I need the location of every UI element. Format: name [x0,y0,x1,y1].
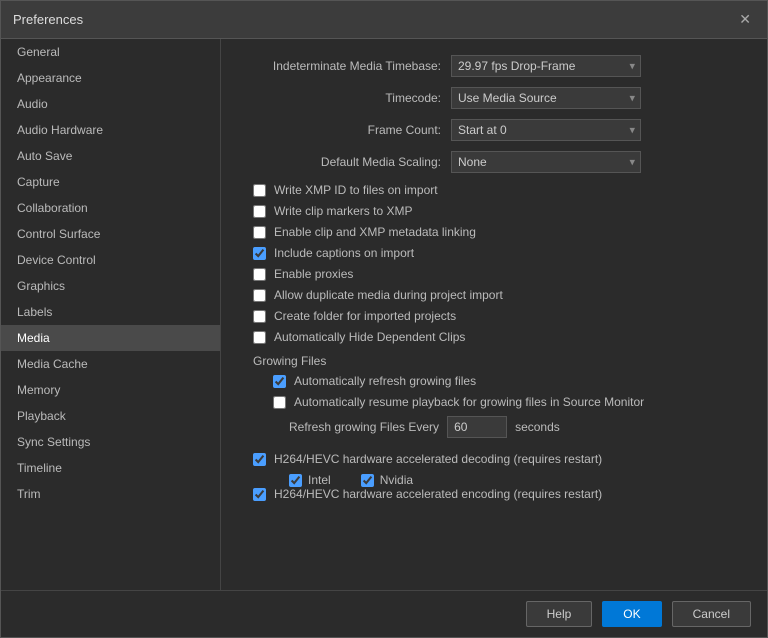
sidebar-item-graphics[interactable]: Graphics [1,273,220,299]
growing-files-section-label: Growing Files [241,354,747,368]
form-row-timecode: Timecode: Use Media SourceGenerate Timeco… [241,87,747,109]
close-button[interactable]: ✕ [735,9,755,30]
checkbox-row-allow-duplicate: Allow duplicate media during project imp… [241,288,747,302]
checkbox-h264-decode[interactable] [253,453,266,466]
sidebar-item-media[interactable]: Media [1,325,220,351]
checkbox-intel[interactable] [289,474,302,487]
sidebar-item-control-surface[interactable]: Control Surface [1,221,220,247]
select-wrapper-frame-count: Start at 0Start at 1Timecode Conversion [451,119,641,141]
sidebar-item-timeline[interactable]: Timeline [1,455,220,481]
hw-decode-row: H264/HEVC hardware accelerated decoding … [241,452,747,466]
checkbox-auto-hide-clips[interactable] [253,331,266,344]
label-frame-count: Frame Count: [241,123,441,137]
hw-sub-item-nvidia: Nvidia [361,473,413,487]
ok-button[interactable]: OK [602,601,661,627]
label-timecode: Timecode: [241,91,441,105]
refresh-label: Refresh growing Files Every [289,420,439,434]
sidebar-item-auto-save[interactable]: Auto Save [1,143,220,169]
checkbox-label-h264-encode: H264/HEVC hardware accelerated encoding … [274,487,602,501]
refresh-row: Refresh growing Files Every seconds [241,416,747,438]
checkbox-auto-refresh-growing[interactable] [273,375,286,388]
footer: Help OK Cancel [1,590,767,637]
select-wrapper-indeterminate-media-timebase: 23.976 fps24 fps25 fps29.97 fps Drop-Fra… [451,55,641,77]
seconds-label: seconds [515,420,560,434]
sidebar-item-audio-hardware[interactable]: Audio Hardware [1,117,220,143]
label-intel: Intel [308,473,331,487]
checkbox-label-enable-proxies: Enable proxies [274,267,353,281]
sidebar-item-appearance[interactable]: Appearance [1,65,220,91]
sidebar-item-labels[interactable]: Labels [1,299,220,325]
growing-files-row-auto-resume-playback: Automatically resume playback for growin… [241,395,747,409]
checkbox-include-captions[interactable] [253,247,266,260]
form-row-frame-count: Frame Count: Start at 0Start at 1Timecode… [241,119,747,141]
sidebar-item-audio[interactable]: Audio [1,91,220,117]
label-nvidia: Nvidia [380,473,413,487]
select-indeterminate-media-timebase[interactable]: 23.976 fps24 fps25 fps29.97 fps Drop-Fra… [451,55,641,77]
select-wrapper-default-media-scaling: NoneSet to Frame SizeScale to Frame Size [451,151,641,173]
checkbox-h264-encode[interactable] [253,488,266,501]
checkbox-nvidia[interactable] [361,474,374,487]
checkbox-label-create-folder: Create folder for imported projects [274,309,456,323]
checkbox-row-include-captions: Include captions on import [241,246,747,260]
checkbox-label-auto-hide-clips: Automatically Hide Dependent Clips [274,330,465,344]
sidebar-item-device-control[interactable]: Device Control [1,247,220,273]
select-wrapper-timecode: Use Media SourceGenerate TimecodeStart a… [451,87,641,109]
checkbox-write-xmp-id[interactable] [253,184,266,197]
label-default-media-scaling: Default Media Scaling: [241,155,441,169]
dialog-content: GeneralAppearanceAudioAudio HardwareAuto… [1,39,767,590]
form-row-indeterminate-media-timebase: Indeterminate Media Timebase: 23.976 fps2… [241,55,747,77]
checkbox-label-write-xmp-id: Write XMP ID to files on import [274,183,438,197]
preferences-dialog: Preferences ✕ GeneralAppearanceAudioAudi… [0,0,768,638]
checkbox-row-write-clip-markers: Write clip markers to XMP [241,204,747,218]
hw-sub-item-intel: Intel [289,473,331,487]
form-row-default-media-scaling: Default Media Scaling: NoneSet to Frame S… [241,151,747,173]
growing-files-row-auto-refresh-growing: Automatically refresh growing files [241,374,747,388]
hw-encode-row: H264/HEVC hardware accelerated encoding … [241,487,747,501]
checkbox-row-enable-clip-xmp: Enable clip and XMP metadata linking [241,225,747,239]
checkbox-allow-duplicate[interactable] [253,289,266,302]
dialog-title: Preferences [13,12,83,27]
sidebar-item-trim[interactable]: Trim [1,481,220,507]
title-bar: Preferences ✕ [1,1,767,39]
cancel-button[interactable]: Cancel [672,601,751,627]
checkbox-label-include-captions: Include captions on import [274,246,414,260]
sidebar-item-playback[interactable]: Playback [1,403,220,429]
select-default-media-scaling[interactable]: NoneSet to Frame SizeScale to Frame Size [451,151,641,173]
checkbox-label-write-clip-markers: Write clip markers to XMP [274,204,412,218]
checkbox-create-folder[interactable] [253,310,266,323]
refresh-interval-input[interactable] [447,416,507,438]
sidebar-item-sync-settings[interactable]: Sync Settings [1,429,220,455]
checkbox-label-allow-duplicate: Allow duplicate media during project imp… [274,288,503,302]
checkbox-row-auto-hide-clips: Automatically Hide Dependent Clips [241,330,747,344]
checkbox-row-write-xmp-id: Write XMP ID to files on import [241,183,747,197]
sidebar: GeneralAppearanceAudioAudio HardwareAuto… [1,39,221,590]
checkbox-row-enable-proxies: Enable proxies [241,267,747,281]
sidebar-item-capture[interactable]: Capture [1,169,220,195]
help-button[interactable]: Help [526,601,593,627]
checkbox-enable-clip-xmp[interactable] [253,226,266,239]
checkbox-auto-resume-playback[interactable] [273,396,286,409]
checkbox-label-h264-decode: H264/HEVC hardware accelerated decoding … [274,452,602,466]
sidebar-item-memory[interactable]: Memory [1,377,220,403]
select-timecode[interactable]: Use Media SourceGenerate TimecodeStart a… [451,87,641,109]
sidebar-item-general[interactable]: General [1,39,220,65]
sidebar-item-media-cache[interactable]: Media Cache [1,351,220,377]
checkbox-label-enable-clip-xmp: Enable clip and XMP metadata linking [274,225,476,239]
main-panel: Indeterminate Media Timebase: 23.976 fps2… [221,39,767,590]
checkbox-label-auto-resume-playback: Automatically resume playback for growin… [294,395,644,409]
hw-sub-options-row: Intel Nvidia [241,473,747,487]
select-frame-count[interactable]: Start at 0Start at 1Timecode Conversion [451,119,641,141]
sidebar-item-collaboration[interactable]: Collaboration [1,195,220,221]
checkbox-enable-proxies[interactable] [253,268,266,281]
checkbox-row-create-folder: Create folder for imported projects [241,309,747,323]
checkbox-label-auto-refresh-growing: Automatically refresh growing files [294,374,476,388]
checkbox-write-clip-markers[interactable] [253,205,266,218]
label-indeterminate-media-timebase: Indeterminate Media Timebase: [241,59,441,73]
